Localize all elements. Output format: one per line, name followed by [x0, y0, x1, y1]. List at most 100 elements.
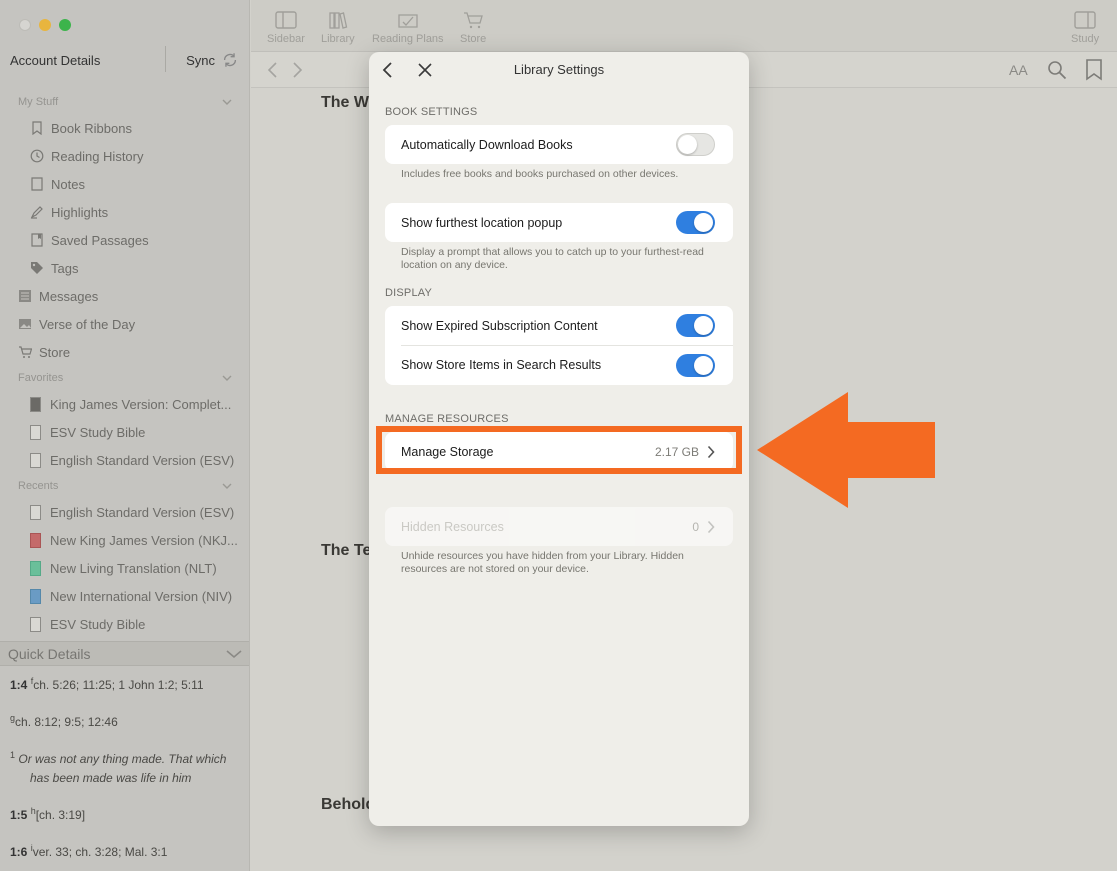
sidebar-item-reading-history[interactable]: Reading History	[0, 142, 249, 170]
messages-icon	[18, 289, 32, 303]
sidebar-item-store[interactable]: Store	[0, 338, 249, 366]
account-divider	[165, 46, 166, 72]
sync-button[interactable]: Sync	[186, 51, 239, 69]
section-title: Recents	[18, 480, 59, 492]
toolbar-label: Library	[321, 33, 355, 45]
sync-label: Sync	[186, 52, 215, 68]
maximize-window-button[interactable]	[59, 19, 71, 31]
hidden-resources-card: Hidden Resources 0	[385, 507, 733, 546]
favorite-item[interactable]: ESV Study Bible	[0, 418, 249, 446]
favorite-label: King James Version: Complet...	[50, 396, 232, 412]
sidebar-item-notes[interactable]: Notes	[0, 170, 249, 198]
recent-item[interactable]: New King James Version (NKJ...	[0, 526, 249, 554]
note-icon	[30, 177, 44, 191]
setting-note: Includes free books and books purchased …	[401, 168, 679, 180]
store-items-toggle[interactable]	[676, 353, 715, 377]
sidebar-item-label: Reading History	[51, 148, 144, 164]
chevron-right-icon	[707, 520, 715, 533]
recent-item[interactable]: ESV Study Bible	[0, 610, 249, 638]
footnote-mark: 1	[10, 750, 16, 760]
chevron-down-icon	[222, 99, 232, 105]
toggle-knob	[694, 316, 713, 335]
chevron-down-icon	[222, 483, 232, 489]
cross-reference[interactable]: [ch. 3:19]	[36, 808, 85, 822]
toolbar-label: Store	[460, 33, 487, 45]
book-cover-icon	[30, 504, 41, 520]
auto-download-toggle[interactable]	[676, 133, 715, 156]
sidebar-item-saved-passages[interactable]: Saved Passages	[0, 226, 249, 254]
recent-item[interactable]: English Standard Version (ESV)	[0, 498, 249, 526]
sidebar-icon	[275, 11, 297, 29]
book-settings-card: Automatically Download Books	[385, 125, 733, 164]
section-title: Favorites	[18, 372, 64, 384]
bookmark-doc-icon	[30, 233, 44, 247]
chevron-left-icon[interactable]	[265, 61, 281, 79]
cross-reference[interactable]: ch. 8:12; 9:5; 12:46	[15, 715, 118, 729]
minimize-window-button[interactable]	[39, 19, 51, 31]
setting-label: Show Expired Subscription Content	[401, 318, 598, 333]
favorite-label: ESV Study Bible	[50, 424, 146, 440]
auto-download-row[interactable]: Automatically Download Books	[385, 125, 733, 164]
window-controls	[19, 19, 71, 31]
section-favorites[interactable]: Favorites	[0, 366, 249, 390]
sidebar-list: My Stuff Book Ribbons Reading History No…	[0, 90, 249, 638]
furthest-location-toggle[interactable]	[676, 211, 715, 234]
ribbon-icon	[30, 121, 44, 135]
quick-details-header[interactable]: Quick Details	[0, 641, 249, 666]
setting-label: Automatically Download Books	[401, 137, 573, 152]
library-icon	[329, 12, 348, 29]
favorite-item[interactable]: King James Version: Complet...	[0, 390, 249, 418]
recent-item[interactable]: New International Version (NIV)	[0, 582, 249, 610]
favorite-item[interactable]: English Standard Version (ESV)	[0, 446, 249, 474]
quick-detail-entry: gch. 8:12; 9:5; 12:46	[10, 709, 240, 732]
setting-label: Show furthest location popup	[401, 215, 563, 230]
recent-item[interactable]: New Living Translation (NLT)	[0, 554, 249, 582]
setting-note: Unhide resources you have hidden from yo…	[401, 550, 684, 575]
section-my-stuff[interactable]: My Stuff	[0, 90, 249, 114]
reading-plans-button[interactable]: Reading Plans	[372, 10, 444, 45]
store-items-row[interactable]: Show Store Items in Search Results	[401, 345, 733, 384]
close-window-button[interactable]	[19, 19, 31, 31]
expired-content-toggle[interactable]	[676, 314, 715, 337]
display-card: Show Expired Subscription Content Show S…	[385, 306, 733, 385]
sidebar-item-highlights[interactable]: Highlights	[0, 198, 249, 226]
store-button[interactable]: Store	[460, 10, 486, 45]
recent-label: New King James Version (NKJ...	[50, 532, 238, 548]
ref: 1:6	[10, 845, 28, 859]
tag-icon	[30, 261, 44, 275]
book-cover-icon	[30, 424, 41, 440]
book-cover-icon	[30, 588, 41, 604]
quick-detail-entry: 1:5 h[ch. 3:19]	[10, 802, 240, 825]
cross-reference[interactable]: ver. 33; ch. 3:28; Mal. 3:1	[33, 845, 168, 859]
book-cover-icon	[30, 396, 41, 412]
chevron-right-icon[interactable]	[289, 61, 305, 79]
recent-label: New International Version (NIV)	[50, 588, 233, 604]
sidebar-item-verse-of-the-day[interactable]: Verse of the Day	[0, 310, 249, 338]
toggle-knob	[678, 135, 697, 154]
expired-content-row[interactable]: Show Expired Subscription Content	[385, 306, 733, 345]
sidebar-item-book-ribbons[interactable]: Book Ribbons	[0, 114, 249, 142]
hidden-resources-row[interactable]: Hidden Resources 0	[385, 507, 733, 546]
sidebar-item-tags[interactable]: Tags	[0, 254, 249, 282]
sidebar-toggle-button[interactable]: Sidebar	[267, 10, 305, 45]
study-button[interactable]: Study	[1071, 10, 1099, 45]
sidebar-item-label: Tags	[51, 260, 79, 276]
search-icon[interactable]	[1047, 60, 1067, 80]
footnote-text: has been made was life in him	[30, 771, 192, 785]
section-title-manage-resources: MANAGE RESOURCES	[385, 413, 509, 425]
section-recents[interactable]: Recents	[0, 474, 249, 498]
toggle-knob	[694, 355, 713, 375]
setting-note: Display a prompt that allows you to catc…	[401, 246, 704, 271]
font-size-button[interactable]: AA	[1009, 62, 1028, 78]
account-details-link[interactable]: Account Details	[10, 53, 100, 68]
furthest-location-row[interactable]: Show furthest location popup	[385, 203, 733, 242]
section-title-book-settings: BOOK SETTINGS	[385, 106, 478, 118]
library-button[interactable]: Library	[321, 10, 355, 45]
bookmark-icon[interactable]	[1085, 59, 1103, 81]
account-row: Account Details Sync	[10, 50, 239, 70]
sidebar-item-messages[interactable]: Messages	[0, 282, 249, 310]
cross-reference[interactable]: ch. 5:26; 11:25; 1 John 1:2; 5:11	[33, 678, 203, 692]
study-panel-icon	[1074, 11, 1096, 29]
highlighter-icon	[30, 205, 44, 219]
book-cover-icon	[30, 452, 41, 468]
